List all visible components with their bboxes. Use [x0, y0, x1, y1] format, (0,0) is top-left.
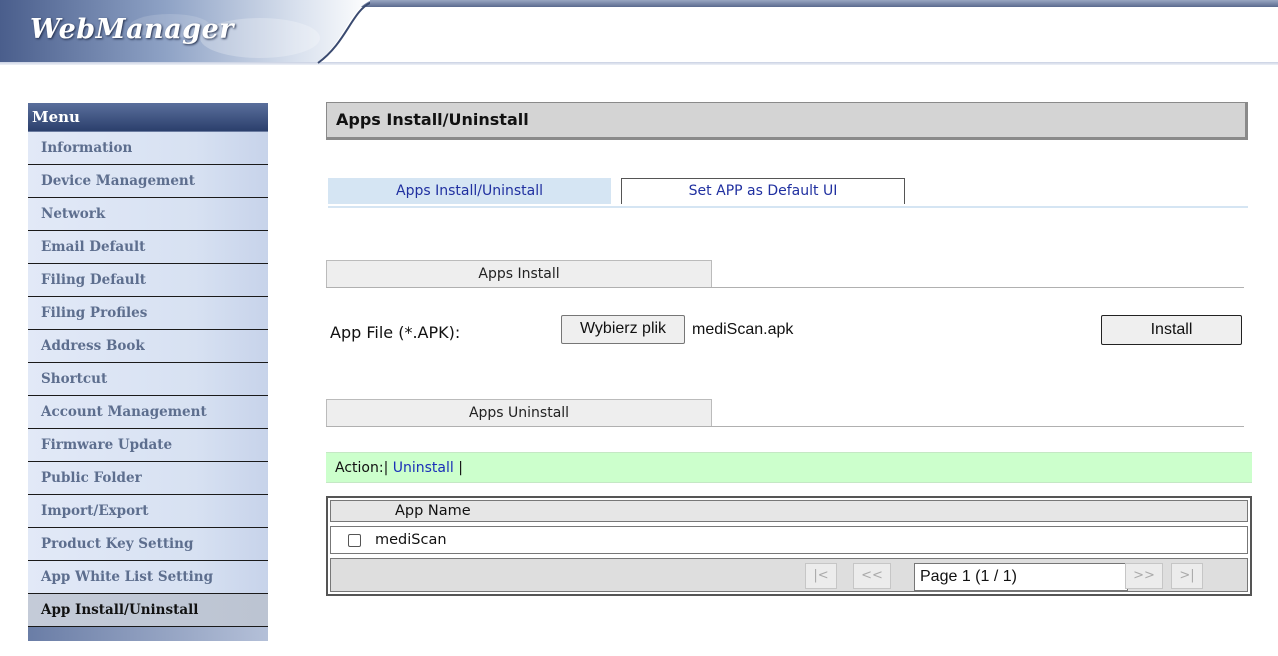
uninstall-link[interactable]: Uninstall	[393, 460, 454, 476]
tab-set-app-default-ui[interactable]: Set APP as Default UI	[621, 178, 905, 204]
previous-page-button[interactable]: <<	[853, 563, 891, 589]
webmanager-logo: WebManager	[30, 14, 234, 45]
pagination-bar: |< << Page 1 (1 / 1) >> >|	[330, 558, 1248, 592]
sidebar-item-firmware-update[interactable]: Firmware Update	[28, 429, 268, 462]
sidebar-item-information[interactable]: Information	[28, 132, 268, 165]
apps-install-section-title: Apps Install	[326, 260, 712, 287]
install-button[interactable]: Install	[1101, 315, 1242, 345]
app-select-checkbox[interactable]	[348, 534, 361, 547]
action-prefix: Action:|	[335, 460, 389, 476]
page-header: WebManager	[0, 0, 1278, 68]
sidebar-item-filing-profiles[interactable]: Filing Profiles	[28, 297, 268, 330]
menu-title: Menu	[28, 103, 268, 132]
first-page-button[interactable]: |<	[805, 563, 837, 589]
sidebar-item-account-management[interactable]: Account Management	[28, 396, 268, 429]
sidebar-item-product-key-setting[interactable]: Product Key Setting	[28, 528, 268, 561]
table-row: mediScan	[330, 526, 1248, 554]
sidebar-item-filing-default[interactable]: Filing Default	[28, 264, 268, 297]
logo-banner: WebManager	[0, 0, 370, 68]
action-bar: Action:| Uninstall |	[326, 452, 1252, 483]
tab-bar: Apps Install/Uninstall Set APP as Defaul…	[328, 178, 1248, 208]
page-title: Apps Install/Uninstall	[326, 102, 1248, 140]
sidebar-item-public-folder[interactable]: Public Folder	[28, 462, 268, 495]
sidebar-footer	[28, 627, 268, 641]
sidebar-item-address-book[interactable]: Address Book	[28, 330, 268, 363]
sidebar-item-shortcut[interactable]: Shortcut	[28, 363, 268, 396]
apps-uninstall-section-title: Apps Uninstall	[326, 399, 712, 426]
sidebar-item-email-default[interactable]: Email Default	[28, 231, 268, 264]
page-indicator-field[interactable]: Page 1 (1 / 1)	[914, 563, 1128, 591]
sidebar-item-app-install-uninstall[interactable]: App Install/Uninstall	[28, 594, 268, 627]
selected-file-name: mediScan.apk	[692, 321, 794, 338]
apps-uninstall-section-header: Apps Uninstall	[326, 399, 1244, 427]
sidebar-item-app-white-list-setting[interactable]: App White List Setting	[28, 561, 268, 594]
app-name-cell: mediScan	[375, 532, 447, 548]
choose-file-button[interactable]: Wybierz plik	[561, 315, 685, 344]
apps-install-section-header: Apps Install	[326, 260, 1244, 288]
sidebar-item-network[interactable]: Network	[28, 198, 268, 231]
app-file-label: App File (*.APK):	[330, 323, 461, 342]
sidebar-item-import-export[interactable]: Import/Export	[28, 495, 268, 528]
tab-apps-install-uninstall[interactable]: Apps Install/Uninstall	[328, 178, 611, 204]
action-suffix: |	[458, 460, 463, 476]
table-header-row: App Name	[330, 500, 1248, 522]
sidebar-menu: Menu Information Device Management Netwo…	[28, 103, 268, 641]
next-page-button[interactable]: >>	[1125, 563, 1163, 589]
sidebar-item-device-management[interactable]: Device Management	[28, 165, 268, 198]
last-page-button[interactable]: >|	[1171, 563, 1203, 589]
column-header-app-name[interactable]: App Name	[395, 501, 471, 521]
app-table: App Name mediScan |< << Page 1 (1 / 1) >…	[326, 496, 1252, 596]
